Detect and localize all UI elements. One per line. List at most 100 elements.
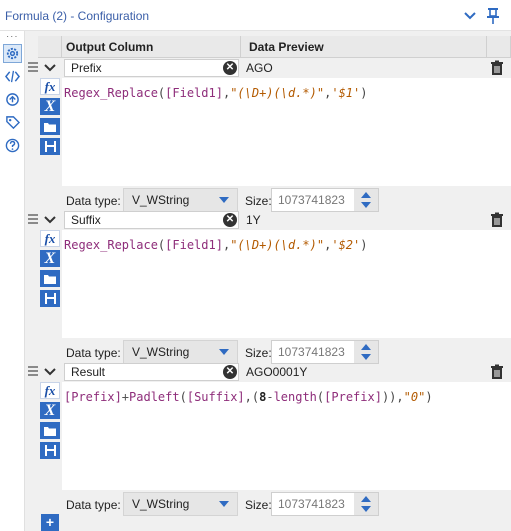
output-column-field[interactable]: Suffix [64, 211, 239, 229]
collapse-chevron-icon[interactable] [38, 210, 62, 230]
size-label: Size: [245, 498, 272, 512]
spin-down-icon[interactable] [361, 202, 371, 208]
data-type-value: V_WString [132, 497, 190, 511]
open-folder-icon[interactable] [40, 270, 60, 287]
expression-editor[interactable]: Regex_Replace([Field1],"(\D+)(\d.*)",'$1… [62, 78, 511, 186]
drag-handle-icon[interactable] [28, 62, 38, 74]
data-type-select[interactable]: V_WString [123, 188, 238, 212]
data-preview-value: AGO0001Y [246, 365, 308, 379]
add-formula-button[interactable]: + [41, 514, 59, 531]
size-value: 1073741823 [278, 345, 345, 359]
clear-icon[interactable]: ✕ [223, 213, 237, 227]
size-value: 1073741823 [278, 193, 345, 207]
expression-token: [Field1] [165, 86, 223, 100]
size-value: 1073741823 [278, 497, 345, 511]
tag-icon[interactable] [3, 113, 22, 132]
data-type-select[interactable]: V_WString [123, 492, 238, 516]
expression-token: '$1' [331, 86, 361, 100]
pin-icon[interactable] [485, 7, 501, 25]
spin-down-icon[interactable] [361, 506, 371, 512]
expression-token: [Prefix] [64, 390, 122, 404]
variables-icon[interactable]: X [40, 98, 60, 115]
drag-dots-icon[interactable]: ⋅⋅⋅ [6, 33, 19, 43]
expression-token: [Suffix] [186, 390, 245, 404]
size-label: Size: [245, 194, 272, 208]
expression-token: Padleft [129, 390, 180, 404]
expression-token: - [266, 390, 274, 404]
expression-code: Regex_Replace([Field1],"(\D+)(\d.*)",'$1… [64, 86, 367, 100]
expression-token: ) [425, 390, 433, 404]
expression-tools: fx X [38, 382, 62, 462]
formula-row-header: Prefix ✕ AGO [25, 58, 511, 78]
code-icon[interactable] [3, 67, 22, 86]
expression-token: Regex_Replace [64, 238, 158, 252]
variables-icon[interactable]: X [40, 402, 60, 419]
data-type-label: Data type: [66, 194, 121, 208]
expression-token: [Field1] [165, 238, 223, 252]
expression-editor[interactable]: Regex_Replace([Field1],"(\D+)(\d.*)",'$2… [62, 230, 511, 338]
header-data-preview: Data Preview [241, 36, 487, 58]
data-type-select[interactable]: V_WString [123, 340, 238, 364]
help-icon[interactable] [3, 136, 22, 155]
data-type-label: Data type: [66, 498, 121, 512]
type-bar: Data type: V_WString Size: 1073741823 [62, 490, 511, 520]
functions-icon[interactable]: fx [40, 382, 60, 399]
collapse-chevron-icon[interactable] [38, 362, 62, 382]
data-type-value: V_WString [132, 345, 190, 359]
output-column-name: Prefix [71, 61, 102, 75]
trash-icon[interactable] [489, 212, 505, 228]
cycle-icon[interactable] [3, 90, 22, 109]
dropdown-caret-icon [219, 349, 229, 355]
trash-icon[interactable] [489, 60, 505, 76]
spin-up-icon[interactable] [361, 192, 371, 198]
spin-up-icon[interactable] [361, 344, 371, 350]
spin-down-icon[interactable] [361, 354, 371, 360]
expression-token: length [273, 390, 317, 404]
gear-icon[interactable] [3, 44, 22, 63]
expression-code: Regex_Replace([Field1],"(\D+)(\d.*)",'$2… [64, 238, 367, 252]
save-icon[interactable] [40, 138, 60, 155]
output-column-field[interactable]: Prefix [64, 59, 239, 77]
open-folder-icon[interactable] [40, 118, 60, 135]
data-type-label: Data type: [66, 346, 121, 360]
expression-token: ,( [244, 390, 260, 404]
size-spinner[interactable] [354, 189, 378, 211]
data-preview-value: 1Y [246, 213, 261, 227]
expression-token: "0" [403, 390, 426, 404]
collapse-chevron-icon[interactable] [38, 58, 62, 78]
save-icon[interactable] [40, 442, 60, 459]
title-bar: Formula (2) - Configuration [0, 0, 511, 31]
clear-icon[interactable]: ✕ [223, 365, 237, 379]
expression-editor[interactable]: [Prefix]+Padleft([Suffix],(8-length([Pre… [62, 382, 511, 490]
chevron-down-icon[interactable] [463, 9, 477, 23]
drag-handle-icon[interactable] [28, 214, 38, 226]
header-output-column: Output Column [62, 36, 241, 58]
size-label: Size: [245, 346, 272, 360]
functions-icon[interactable]: fx [40, 78, 60, 95]
expression-tools: fx X [38, 78, 62, 158]
functions-icon[interactable]: fx [40, 230, 60, 247]
formula-row-header: Result ✕ AGO0001Y [25, 362, 511, 382]
dropdown-caret-icon [219, 501, 229, 507]
grid-header: Output Column Data Preview [25, 36, 511, 58]
spin-up-icon[interactable] [361, 496, 371, 502]
clear-icon[interactable]: ✕ [223, 61, 237, 75]
expression-token: ) [360, 86, 368, 100]
expression-code: [Prefix]+Padleft([Suffix],(8-length([Pre… [64, 390, 433, 404]
open-folder-icon[interactable] [40, 422, 60, 439]
expression-token: + [121, 390, 130, 404]
window-title: Formula (2) - Configuration [5, 9, 150, 23]
variables-icon[interactable]: X [40, 250, 60, 267]
expression-token: [Prefix] [324, 390, 382, 404]
trash-icon[interactable] [489, 364, 505, 380]
expression-token: )), [381, 390, 404, 404]
drag-handle-icon[interactable] [28, 366, 38, 378]
dropdown-caret-icon [219, 197, 229, 203]
data-preview-value: AGO [246, 61, 273, 75]
save-icon[interactable] [40, 290, 60, 307]
size-spinner[interactable] [354, 341, 378, 363]
expression-token: '$2' [331, 238, 361, 252]
expression-token: "(\D+)(\d.*)" [230, 86, 325, 100]
output-column-field[interactable]: Result [64, 363, 239, 381]
size-spinner[interactable] [354, 493, 378, 515]
